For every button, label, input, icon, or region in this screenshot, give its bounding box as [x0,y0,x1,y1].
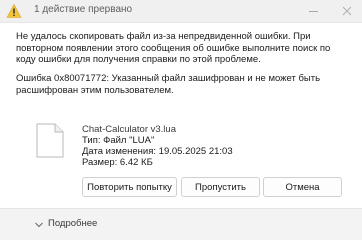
skip-button[interactable]: Пропустить [181,177,260,197]
file-details: Chat-Calculator v3.lua Тип: Файл "LUA" Д… [82,124,233,168]
minimize-icon [308,10,318,12]
error-message: Не удалось скопировать файл из-за непред… [16,31,331,65]
warning-icon [6,4,22,18]
close-button[interactable] [332,0,362,22]
close-icon [342,6,352,16]
error-code-message: Ошибка 0x80071772: Указанный файл зашифр… [16,73,321,96]
more-details-toggle[interactable]: Подробнее [48,218,97,229]
minimize-button[interactable] [298,0,328,22]
retry-button[interactable]: Повторить попытку [82,177,177,197]
footer: Подробнее [0,208,362,240]
cancel-button[interactable]: Отмена [263,177,342,197]
file-icon [36,123,64,158]
file-size: Размер: 6.42 КБ [82,157,153,168]
title-bar: 1 действие прервано [0,0,362,22]
chevron-down-icon[interactable] [34,220,44,230]
file-name: Chat-Calculator v3.lua [82,124,176,135]
file-type: Тип: Файл "LUA" [82,135,155,146]
file-modified: Дата изменения: 19.05.2025 21:03 [82,146,233,157]
window-title: 1 действие прервано [34,4,133,15]
